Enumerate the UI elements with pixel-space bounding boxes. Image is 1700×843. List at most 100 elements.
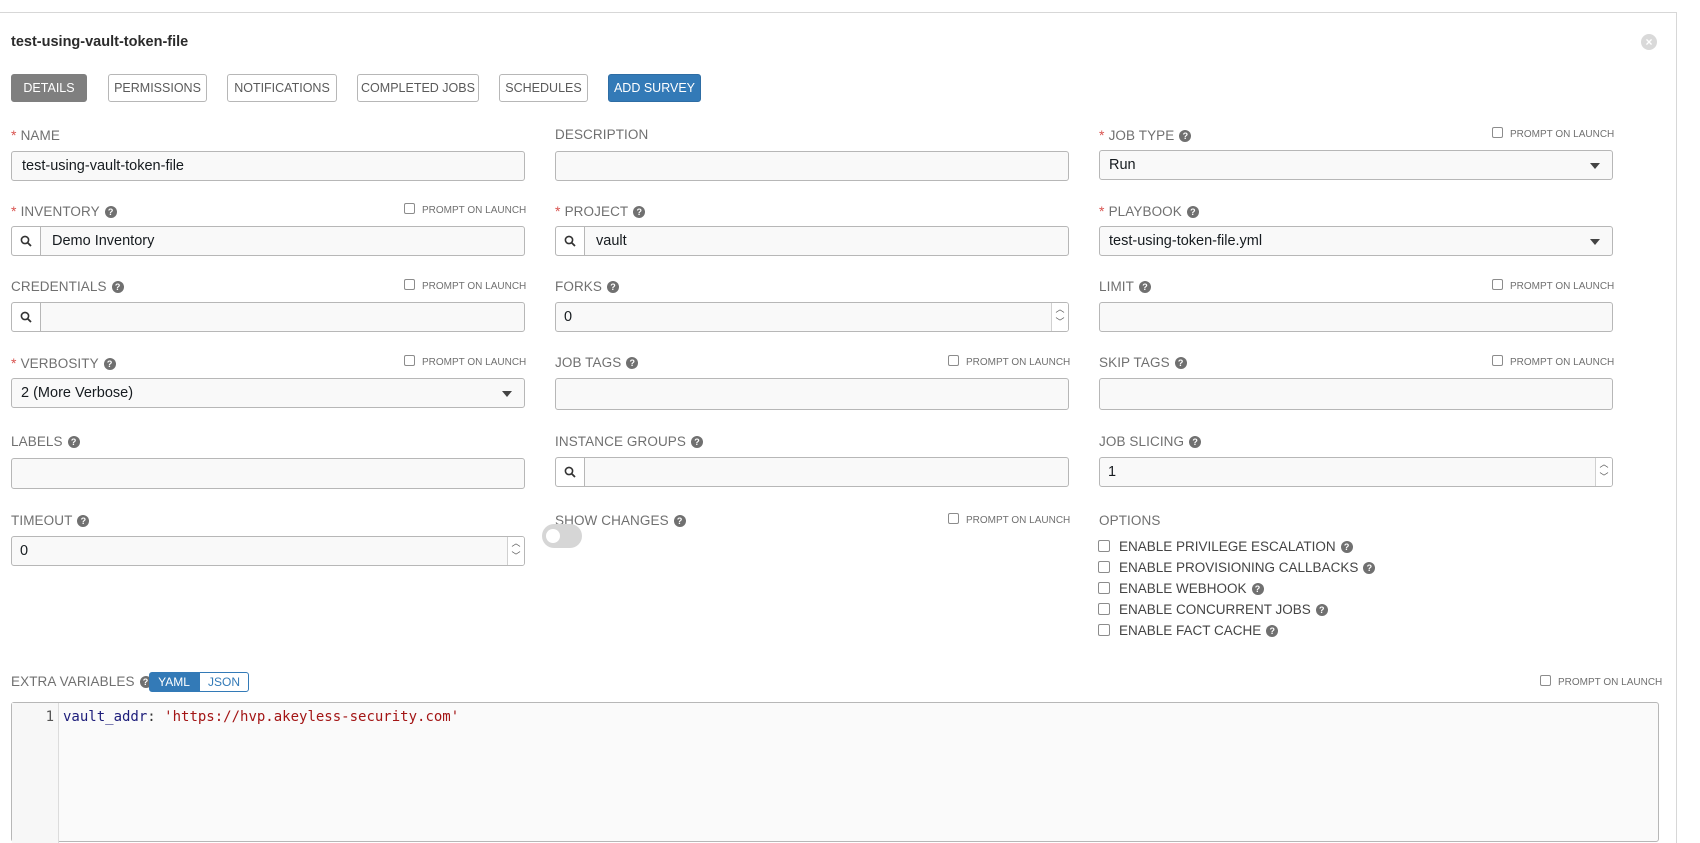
labels-input[interactable]	[11, 458, 525, 489]
help-icon[interactable]: ?	[691, 436, 704, 448]
help-icon[interactable]: ?	[1186, 206, 1199, 218]
editor-gutter: 1	[12, 703, 59, 843]
stepper-arrows[interactable]: ︿ ﹀	[1051, 303, 1068, 331]
playbook-select[interactable]: test-using-token-file.yml	[1099, 226, 1613, 256]
checkbox[interactable]	[404, 203, 415, 214]
search-icon[interactable]	[556, 458, 585, 486]
job-tags-prompt-on-launch[interactable]: PROMPT ON LAUNCH	[948, 355, 1070, 368]
required-marker: *	[555, 203, 561, 219]
help-icon[interactable]: ?	[77, 515, 90, 527]
add-survey-button[interactable]: ADD SURVEY	[608, 74, 701, 102]
search-icon[interactable]	[556, 227, 585, 255]
help-icon[interactable]: ?	[673, 515, 686, 527]
search-icon[interactable]	[12, 303, 41, 331]
help-icon[interactable]: ?	[1139, 281, 1152, 293]
checkbox[interactable]	[948, 355, 959, 366]
tab-details[interactable]: DETAILS	[11, 74, 87, 102]
verbosity-select[interactable]: 2 (More Verbose)	[11, 378, 525, 408]
yaml-toggle-button[interactable]: YAML	[149, 672, 199, 692]
checkbox[interactable]	[1098, 603, 1110, 615]
stepper-arrows[interactable]: ︿ ﹀	[1595, 458, 1612, 486]
option-privilege-escalation[interactable]: ENABLE PRIVILEGE ESCALATION?	[1098, 539, 1353, 554]
limit-label: LIMIT?	[1099, 279, 1152, 294]
checkbox[interactable]	[404, 355, 415, 366]
credentials-prompt-on-launch[interactable]: PROMPT ON LAUNCH	[404, 279, 526, 292]
job-tags-input[interactable]	[555, 378, 1069, 410]
checkbox[interactable]	[1098, 582, 1110, 594]
tab-notifications[interactable]: NOTIFICATIONS	[227, 74, 337, 102]
yaml-value: 'https://hvp.akeyless-security.com'	[164, 709, 460, 725]
option-fact-cache[interactable]: ENABLE FACT CACHE?	[1098, 623, 1279, 638]
tab-completed-jobs[interactable]: COMPLETED JOBS	[357, 74, 479, 102]
stepper-arrows[interactable]: ︿ ﹀	[507, 537, 524, 565]
help-icon[interactable]: ?	[104, 206, 117, 218]
checkbox[interactable]	[1540, 675, 1551, 686]
toggle-knob	[546, 529, 560, 543]
inventory-prompt-on-launch[interactable]: PROMPT ON LAUNCH	[404, 203, 526, 216]
help-icon[interactable]: ?	[626, 357, 639, 369]
limit-input[interactable]	[1099, 302, 1613, 332]
credentials-lookup[interactable]	[11, 302, 525, 332]
code-line[interactable]: vault_addr: 'https://hvp.akeyless-securi…	[63, 709, 459, 725]
checkbox[interactable]	[404, 279, 415, 290]
help-icon[interactable]: ?	[103, 358, 116, 370]
line-number: 1	[45, 709, 54, 725]
extra-variables-editor[interactable]: 1 vault_addr: 'https://hvp.akeyless-secu…	[11, 702, 1659, 843]
playbook-label: * PLAYBOOK?	[1099, 203, 1199, 219]
verbosity-label: * VERBOSITY?	[11, 355, 116, 371]
required-marker: *	[1099, 127, 1105, 143]
caret-down-icon	[502, 391, 512, 397]
help-icon[interactable]: ?	[1189, 436, 1202, 448]
skip-tags-input[interactable]	[1099, 378, 1613, 410]
required-marker: *	[1099, 203, 1105, 219]
help-icon[interactable]: ?	[607, 281, 620, 293]
help-icon[interactable]: ?	[633, 206, 646, 218]
name-input[interactable]: test-using-vault-token-file	[11, 151, 525, 181]
checkbox[interactable]	[1098, 561, 1110, 573]
help-icon[interactable]: ?	[1174, 357, 1187, 369]
checkbox[interactable]	[1098, 624, 1110, 636]
tab-schedules[interactable]: SCHEDULES	[499, 74, 588, 102]
limit-prompt-on-launch[interactable]: PROMPT ON LAUNCH	[1492, 279, 1614, 292]
option-concurrent-jobs[interactable]: ENABLE CONCURRENT JOBS?	[1098, 602, 1328, 617]
help-icon[interactable]: ?	[1251, 583, 1264, 595]
help-icon[interactable]: ?	[1340, 541, 1353, 553]
forks-label: FORKS?	[555, 279, 620, 294]
job-slicing-input[interactable]: 1 ︿ ﹀	[1099, 457, 1613, 487]
help-icon[interactable]: ?	[111, 281, 124, 293]
page-title: test-using-vault-token-file	[11, 34, 189, 50]
forks-input[interactable]: 0 ︿ ﹀	[555, 302, 1069, 332]
caret-down-icon	[1590, 239, 1600, 245]
help-icon[interactable]: ?	[67, 436, 80, 448]
description-input[interactable]	[555, 151, 1069, 181]
checkbox[interactable]	[1492, 279, 1503, 290]
option-provisioning-callbacks[interactable]: ENABLE PROVISIONING CALLBACKS?	[1098, 560, 1376, 575]
timeout-input[interactable]: 0 ︿ ﹀	[11, 536, 525, 566]
search-icon[interactable]	[12, 227, 41, 255]
job-type-select[interactable]: Run	[1099, 150, 1613, 180]
checkbox[interactable]	[1492, 355, 1503, 366]
checkbox[interactable]	[1098, 540, 1110, 552]
skip-tags-prompt-on-launch[interactable]: PROMPT ON LAUNCH	[1492, 355, 1614, 368]
help-icon[interactable]: ?	[1315, 604, 1328, 616]
tab-permissions[interactable]: PERMISSIONS	[108, 74, 207, 102]
inventory-lookup[interactable]: Demo Inventory	[11, 226, 525, 256]
show-changes-prompt-on-launch[interactable]: PROMPT ON LAUNCH	[948, 513, 1070, 526]
name-label: * NAME	[11, 127, 60, 143]
checkbox[interactable]	[948, 513, 959, 524]
help-icon[interactable]: ?	[1266, 625, 1279, 637]
help-icon[interactable]: ?	[1179, 130, 1192, 142]
job-type-label: * JOB TYPE?	[1099, 127, 1192, 143]
checkbox[interactable]	[1492, 127, 1503, 138]
verbosity-prompt-on-launch[interactable]: PROMPT ON LAUNCH	[404, 355, 526, 368]
help-icon[interactable]: ?	[1363, 562, 1376, 574]
job-type-prompt-on-launch[interactable]: PROMPT ON LAUNCH	[1492, 127, 1614, 140]
close-icon[interactable]: ×	[1641, 34, 1657, 50]
extra-variables-prompt-on-launch[interactable]: PROMPT ON LAUNCH	[1540, 675, 1662, 688]
option-webhook[interactable]: ENABLE WEBHOOK?	[1098, 581, 1264, 596]
instance-groups-lookup[interactable]	[555, 457, 1069, 487]
json-toggle-button[interactable]: JSON	[199, 672, 249, 692]
show-changes-toggle[interactable]	[542, 524, 582, 548]
credentials-label: CREDENTIALS?	[11, 279, 124, 294]
project-lookup[interactable]: vault	[555, 226, 1069, 256]
